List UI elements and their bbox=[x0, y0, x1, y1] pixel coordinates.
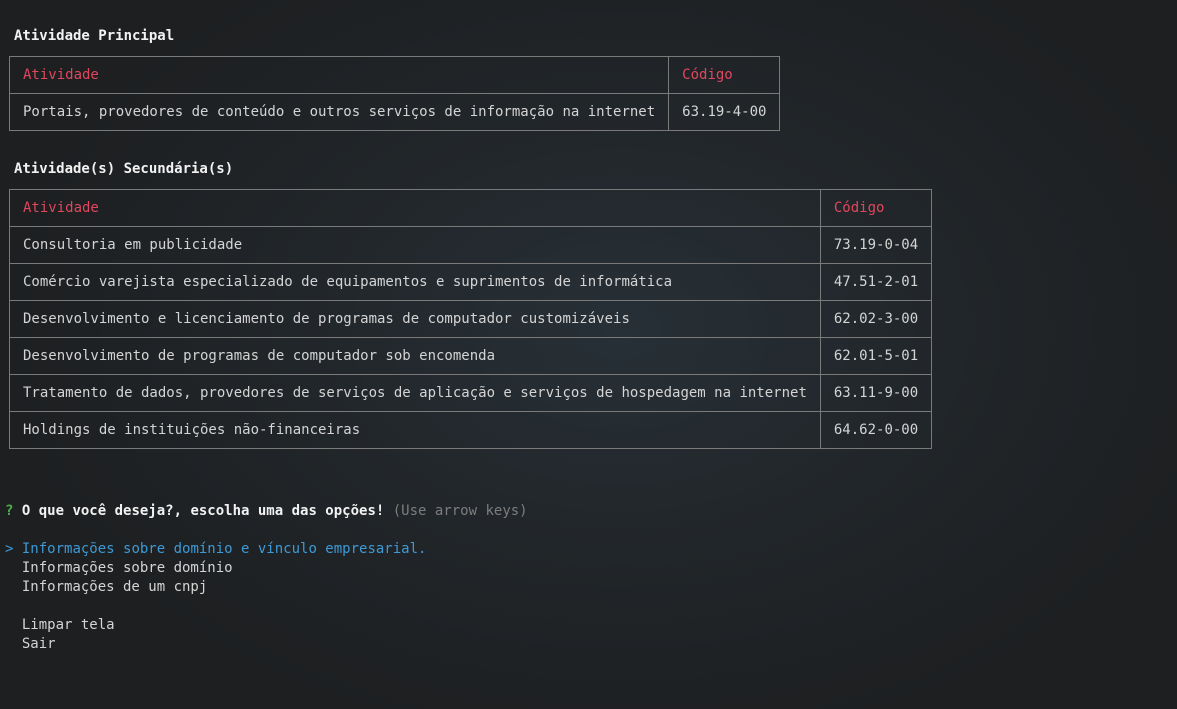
question-mark-icon: ? bbox=[5, 503, 14, 519]
activity-cell: Desenvolvimento e licenciamento de progr… bbox=[9, 300, 821, 338]
table-row: Holdings de instituições não-financeiras… bbox=[9, 411, 933, 449]
menu-option-domain-info[interactable]: Informações sobre domínio bbox=[5, 559, 233, 578]
table-row: Consultoria em publicidade 73.19-0-04 bbox=[9, 226, 933, 264]
activity-column-header: Atividade bbox=[9, 189, 821, 227]
selection-pointer-icon: > bbox=[5, 541, 14, 557]
activity-cell: Consultoria em publicidade bbox=[9, 226, 821, 264]
menu-option-label: Sair bbox=[21, 636, 56, 652]
table-row: Comércio varejista especializado de equi… bbox=[9, 263, 933, 301]
main-activity-table: Atividade Código Portais, provedores de … bbox=[8, 56, 781, 131]
activity-cell: Holdings de instituições não-financeiras bbox=[9, 411, 821, 449]
code-cell: 62.01-5-01 bbox=[819, 337, 933, 375]
code-cell: 73.19-0-04 bbox=[819, 226, 933, 264]
table-row: Desenvolvimento e licenciamento de progr… bbox=[9, 300, 933, 338]
activity-cell: Portais, provedores de conteúdo e outros… bbox=[8, 93, 670, 131]
secondary-activities-table: Atividade Código Consultoria em publicid… bbox=[9, 189, 933, 449]
code-column-header: Código bbox=[668, 56, 781, 94]
prompt-question: O que você deseja?, escolha uma das opçõ… bbox=[21, 503, 385, 519]
code-cell: 63.11-9-00 bbox=[819, 374, 933, 412]
menu-option-domain-and-company-link[interactable]: > Informações sobre domínio e vínculo em… bbox=[5, 540, 426, 559]
activity-cell: Desenvolvimento de programas de computad… bbox=[9, 337, 821, 375]
activity-cell: Comércio varejista especializado de equi… bbox=[9, 263, 821, 301]
activity-column-header: Atividade bbox=[8, 56, 670, 94]
code-cell: 64.62-0-00 bbox=[819, 411, 933, 449]
activity-cell: Tratamento de dados, provedores de servi… bbox=[9, 374, 821, 412]
menu-option-exit[interactable]: Sair bbox=[5, 635, 56, 654]
code-cell: 62.02-3-00 bbox=[819, 300, 933, 338]
menu-option-cnpj-info[interactable]: Informações de um cnpj bbox=[5, 578, 207, 597]
menu-option-label: Informações de um cnpj bbox=[21, 579, 208, 595]
code-cell: 63.19-4-00 bbox=[668, 93, 781, 131]
prompt-question-line: ? O que você deseja?, escolha uma das op… bbox=[5, 502, 528, 521]
table-header-row: Atividade Código bbox=[8, 56, 781, 94]
code-column-header: Código bbox=[819, 189, 933, 227]
code-cell: 47.51-2-01 bbox=[819, 263, 933, 301]
table-row: Portais, provedores de conteúdo e outros… bbox=[8, 93, 781, 131]
table-row: Tratamento de dados, provedores de servi… bbox=[9, 374, 933, 412]
menu-option-label: Informações sobre domínio bbox=[21, 560, 233, 576]
menu-option-label: Informações sobre domínio e vínculo empr… bbox=[21, 541, 427, 557]
secondary-activities-title: Atividade(s) Secundária(s) bbox=[14, 161, 234, 177]
menu-option-clear-screen[interactable]: Limpar tela bbox=[5, 616, 115, 635]
prompt-hint: (Use arrow keys) bbox=[392, 503, 528, 519]
menu-option-label: Limpar tela bbox=[21, 617, 115, 633]
table-header-row: Atividade Código bbox=[9, 189, 933, 227]
main-activity-title: Atividade Principal bbox=[14, 28, 175, 44]
table-row: Desenvolvimento de programas de computad… bbox=[9, 337, 933, 375]
